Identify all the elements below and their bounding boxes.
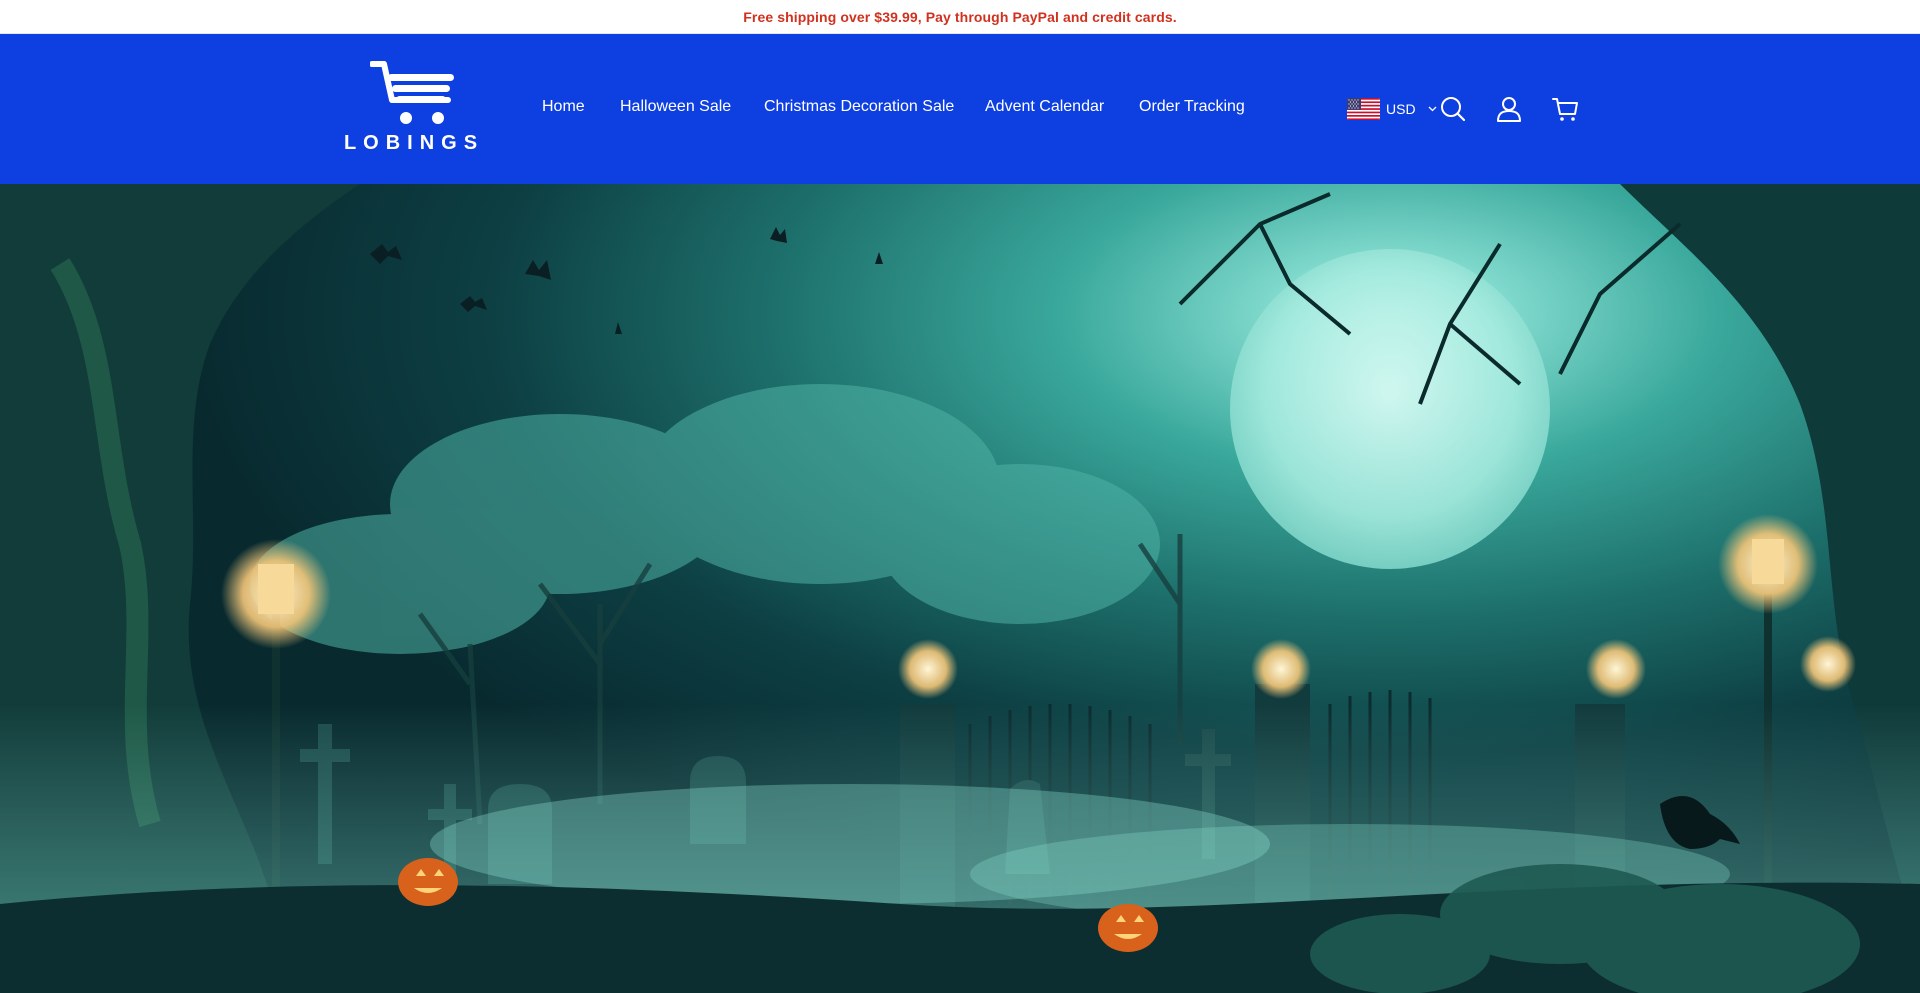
cart-icon[interactable] — [1551, 95, 1579, 123]
us-flag-icon — [1347, 98, 1380, 120]
cart-logo-icon — [370, 61, 454, 124]
logo-wordmark: LOBINGS — [343, 132, 485, 154]
hero-banner[interactable] — [0, 184, 1920, 993]
nav-item-halloween-sale[interactable]: Halloween Sale — [620, 98, 731, 116]
nav-item-christmas-decoration-sale[interactable]: Christmas Decoration Sale — [764, 98, 954, 116]
announcement-text: Free shipping over $39.99, Pay through P… — [743, 8, 1177, 25]
currency-code: USD — [1386, 101, 1416, 117]
site-header: LOBINGS Home Halloween Sale Christmas De… — [0, 34, 1920, 184]
search-icon[interactable] — [1439, 95, 1467, 123]
nav-item-advent-calendar[interactable]: Advent Calendar — [985, 98, 1104, 116]
chevron-down-icon — [1428, 106, 1437, 112]
nav-item-home[interactable]: Home — [542, 98, 585, 116]
account-icon[interactable] — [1495, 95, 1523, 123]
nav-item-order-tracking[interactable]: Order Tracking — [1139, 98, 1245, 116]
announcement-bar: Free shipping over $39.99, Pay through P… — [0, 0, 1920, 34]
store-logo[interactable]: LOBINGS — [338, 60, 490, 160]
currency-selector[interactable]: USD — [1347, 96, 1437, 122]
halloween-graveyard-illustration — [0, 184, 1920, 993]
